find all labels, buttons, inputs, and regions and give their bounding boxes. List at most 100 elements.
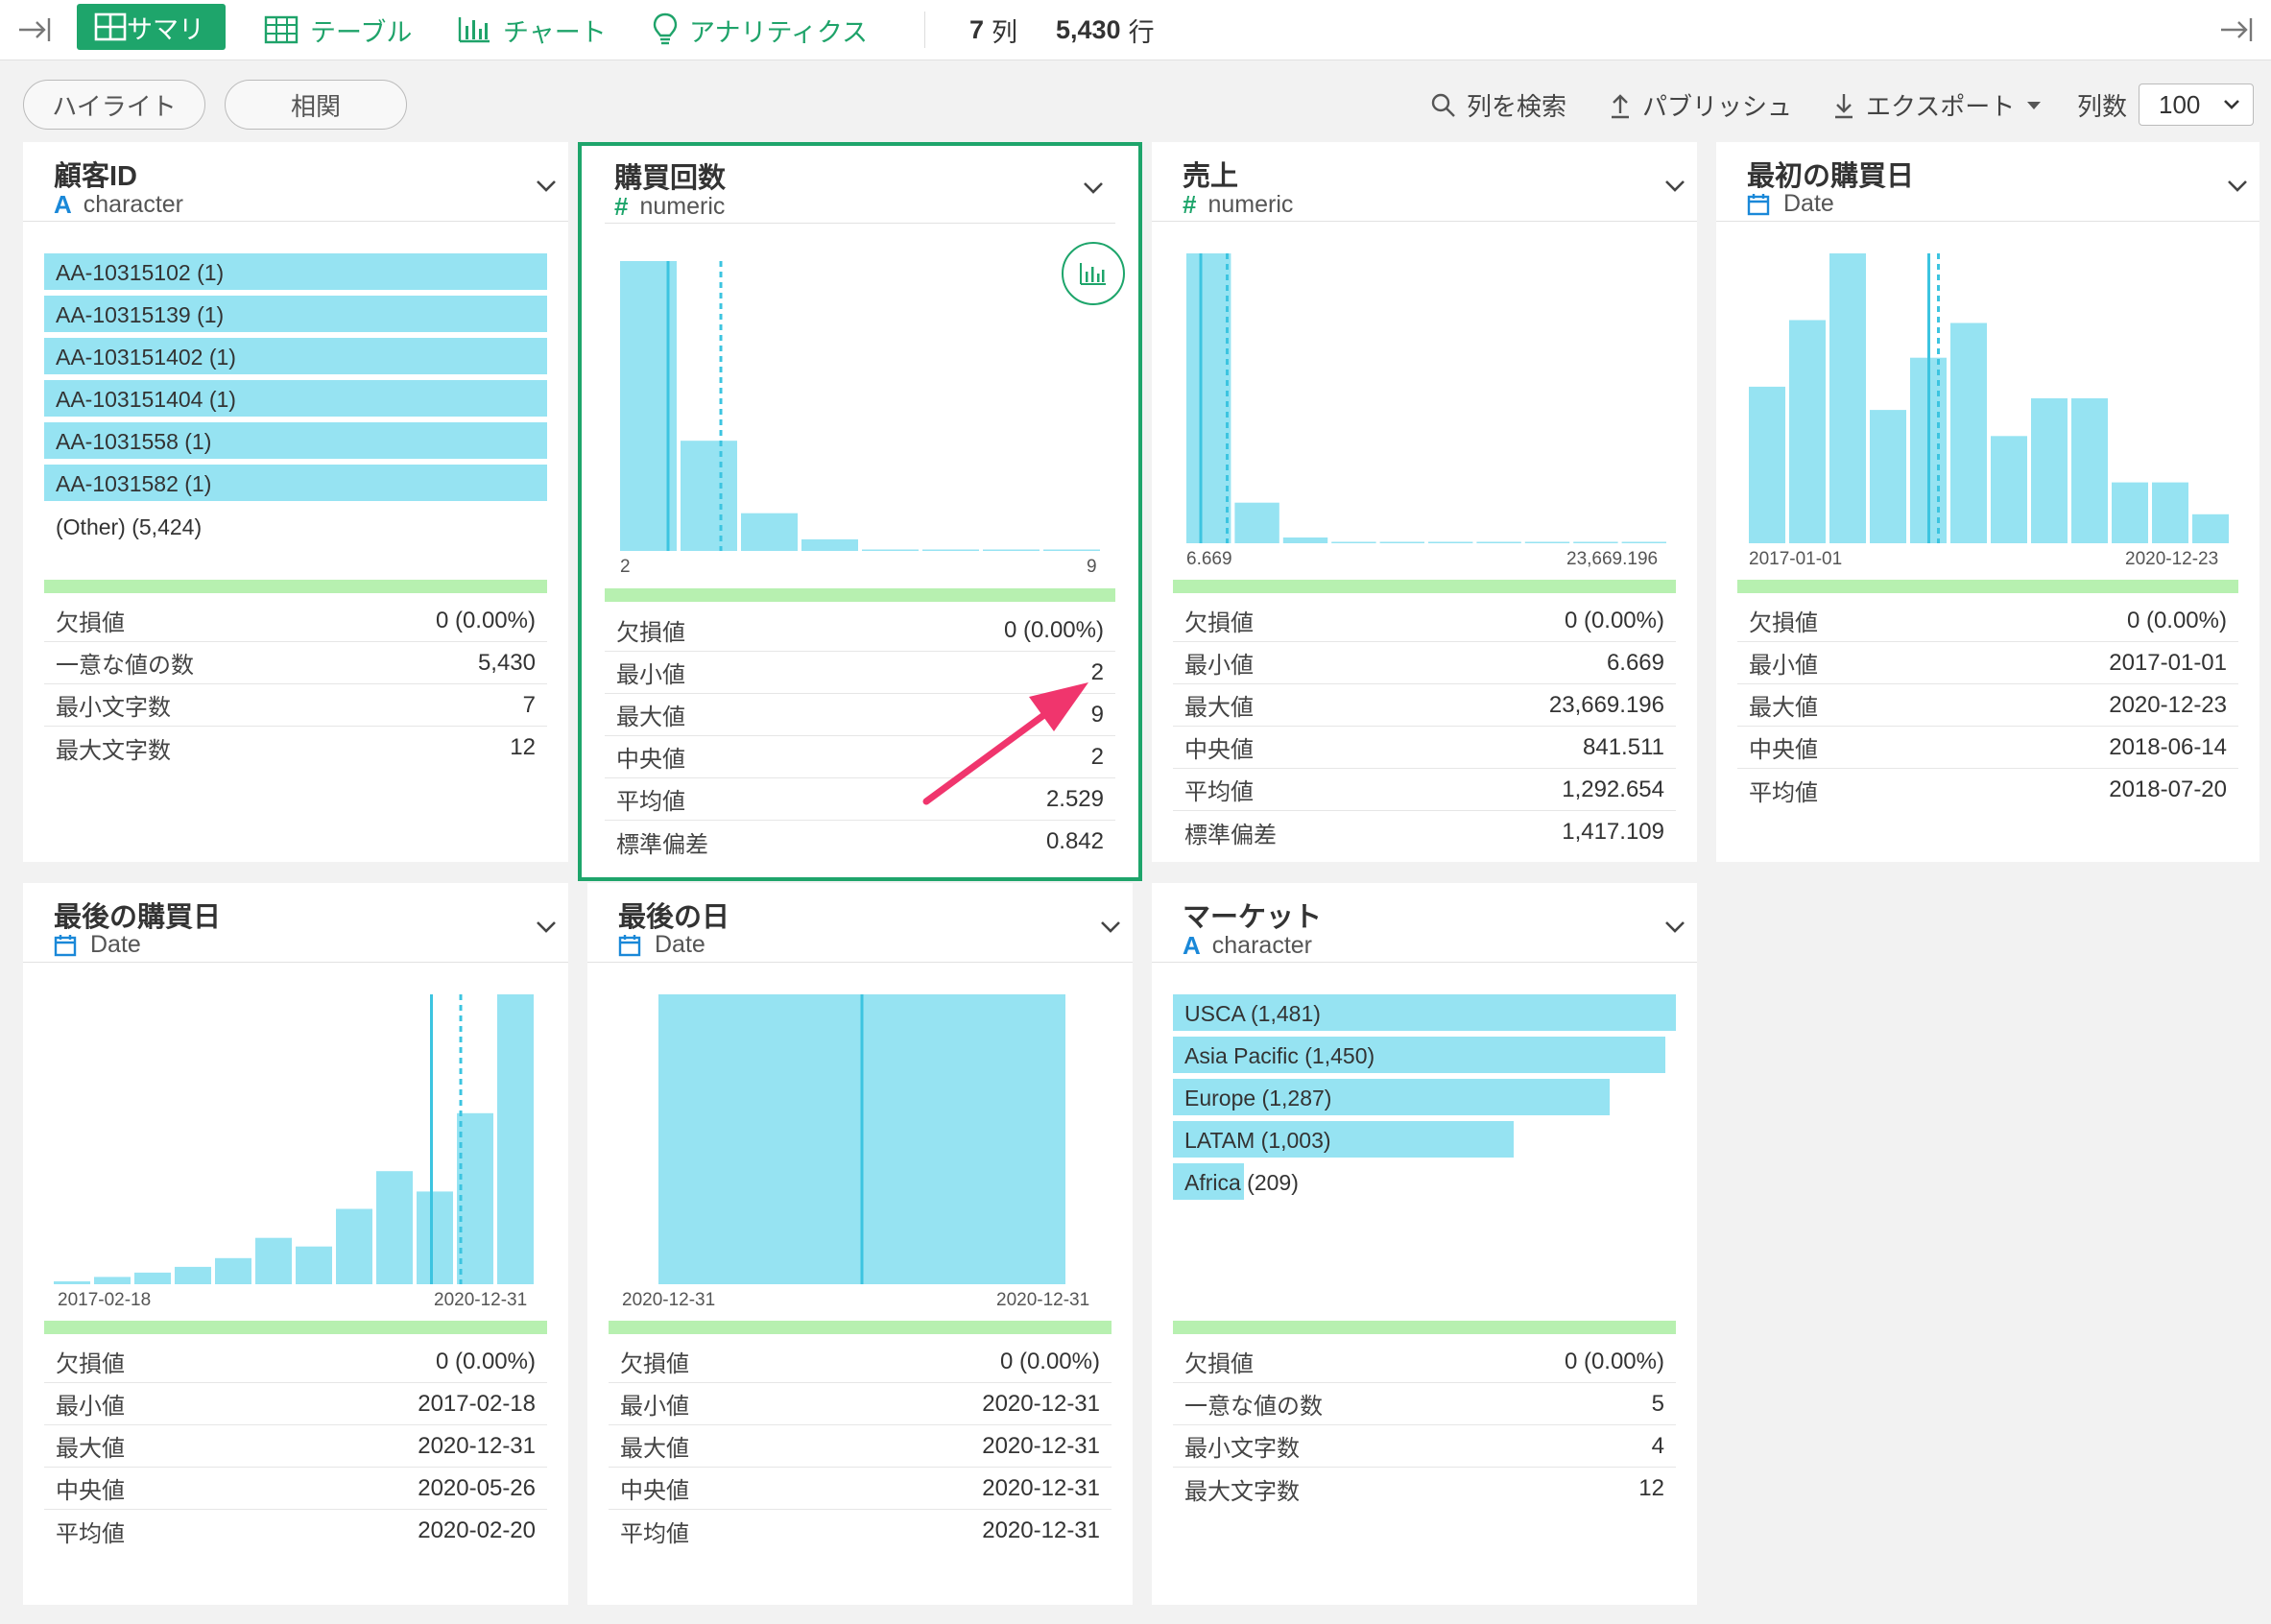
histogram-bar[interactable] [1870,410,1906,543]
column-card-market[interactable]: マーケット A character USCA (1,481) Asia Paci… [1152,883,1697,1605]
list-item[interactable]: USCA (1,481) [1173,994,1676,1031]
list-item[interactable]: AA-103151404 (1) [44,380,547,417]
column-type: A character [54,190,183,220]
valid-ratio-bar [609,1321,1112,1334]
histogram-bar[interactable] [1476,541,1521,544]
chevron-down-icon[interactable] [1096,912,1125,941]
histogram-bar[interactable] [1428,541,1473,544]
column-type-label: character [1211,932,1312,959]
histogram-bar[interactable] [2112,482,2148,543]
chart-button[interactable] [1062,242,1125,305]
stat-row: 最小値 6.669 [1173,642,1676,684]
export-dropdown[interactable]: エクスポート [1831,87,2044,123]
list-item[interactable]: Africa (209) [1173,1163,1676,1200]
histogram-bar[interactable] [336,1208,372,1285]
histogram-bar[interactable] [1234,502,1279,543]
histogram-bar[interactable] [457,1112,493,1284]
list-item[interactable]: AA-103151402 (1) [44,338,547,374]
list-item[interactable]: LATAM (1,003) [1173,1121,1676,1158]
column-card-first-purchase-date[interactable]: 最初の購買日 Date 2017-01-01 2020-12-23 欠損値 0 (… [1716,142,2259,862]
histogram-bar[interactable] [1331,541,1376,544]
column-type: Date [1747,190,1834,218]
list-item[interactable]: AA-1031558 (1) [44,422,547,459]
column-count-select[interactable]: 100 [2139,84,2254,126]
histogram [54,994,534,1284]
chevron-down-icon[interactable] [1661,912,1689,941]
chevron-down-icon[interactable] [1079,173,1108,202]
list-item[interactable]: AA-10315139 (1) [44,296,547,332]
histogram-bar[interactable] [94,1277,131,1284]
grid-icon [94,12,127,41]
other-values-item: (Other) (5,424) [56,514,203,539]
collapse-right-panel-icon[interactable] [2217,0,2256,60]
histogram-bar[interactable] [983,549,1040,552]
calendar-icon [1747,193,1770,215]
stat-row: 欠損値 0 (0.00%) [1737,600,2238,642]
histogram-bar[interactable] [417,1191,453,1284]
stat-row: 標準偏差 1,417.109 [1184,819,1664,848]
valid-ratio-bar [605,588,1115,602]
column-card-customer-id[interactable]: 顧客ID A character AA-10315102 (1) AA-1031… [23,142,568,862]
histogram-bar[interactable] [862,549,919,552]
histogram-bar[interactable] [1186,253,1231,543]
row-count-unit: 行 [1128,17,1155,47]
histogram-bar[interactable] [1621,541,1666,544]
histogram-bar[interactable] [175,1266,211,1284]
histogram-bar[interactable] [1379,541,1424,544]
search-columns-label: 列を検索 [1467,92,1567,121]
tab-chart[interactable]: チャート [457,0,607,60]
chevron-down-icon[interactable] [532,912,561,941]
histogram-bar[interactable] [1991,436,2027,543]
histogram-bar[interactable] [215,1257,251,1284]
tab-table[interactable]: テーブル [264,0,412,60]
histogram-bar[interactable] [497,994,534,1284]
list-item[interactable]: AA-1031582 (1) [44,465,547,501]
calendar-icon [54,934,77,956]
histogram-bar[interactable] [255,1237,292,1284]
histogram-bar[interactable] [922,549,979,552]
histogram-bar[interactable] [1043,549,1100,552]
chevron-down-icon[interactable] [1661,171,1689,200]
histogram-bar[interactable] [1789,320,1826,544]
correlation-button[interactable]: 相関 [225,80,407,130]
histogram-bar[interactable] [1950,322,1987,544]
tab-analytics[interactable]: アナリティクス [653,0,868,60]
histogram-bar[interactable] [741,513,798,551]
column-type-label: Date [655,931,705,958]
histogram-bar[interactable] [2152,482,2188,543]
histogram-bar[interactable] [376,1171,413,1284]
list-item[interactable]: Europe (1,287) [1173,1079,1676,1115]
column-card-last-purchase-date[interactable]: 最後の購買日 Date 2017-02-18 2020-12-31 欠損値 0 (… [23,883,568,1605]
publish-button[interactable]: パブリッシュ [1608,87,1792,123]
collapse-sidebar-icon[interactable] [15,0,54,60]
chevron-down-icon[interactable] [2223,171,2252,200]
highlight-button[interactable]: ハイライト [23,80,205,130]
histogram-bar[interactable] [2071,398,2108,543]
histogram-bar[interactable] [681,441,737,551]
histogram-bar[interactable] [2192,513,2229,543]
histogram-bar[interactable] [801,538,858,551]
stats-table: 欠損値 0 (0.00%) 最小値 2020-12-31 最大値 2020-12-31… [609,1341,1112,1552]
stat-row: 標準偏差 0.842 [616,828,1104,858]
column-card-sales[interactable]: 売上 # numeric 6.669 23,669.196 欠損値 0 (0.00… [1152,142,1697,862]
histogram-bar[interactable] [2031,398,2068,543]
value-frequency-list: USCA (1,481) Asia Pacific (1,450) Europe… [1173,994,1676,1206]
search-columns-button[interactable]: 列を検索 [1430,87,1566,123]
list-item[interactable]: Asia Pacific (1,450) [1173,1037,1676,1073]
histogram-bar[interactable] [134,1272,171,1284]
histogram-bar[interactable] [296,1246,332,1284]
column-name: 売上 [1183,161,1239,192]
column-card-last-day[interactable]: 最後の日 Date 2020-12-31 2020-12-31 欠損値 0 (0.… [587,883,1133,1605]
column-card-purchase-count[interactable]: 購買回数 # numeric 2 9 欠損値 0 (0.00%) 最小値 2 最大値… [578,142,1142,881]
column-type: Date [618,931,705,959]
histogram-bar[interactable] [1749,386,1785,543]
histogram-bar[interactable] [1282,537,1328,543]
histogram-bar[interactable] [54,1281,90,1284]
histogram-bar[interactable] [1829,253,1866,543]
chevron-down-icon[interactable] [532,171,561,200]
list-item[interactable]: AA-10315102 (1) [44,253,547,290]
histogram-bar[interactable] [1524,541,1570,544]
histogram-bar[interactable] [1573,541,1618,544]
tab-summary[interactable]: サマリ [77,4,226,50]
numeric-type-icon: # [614,192,629,221]
